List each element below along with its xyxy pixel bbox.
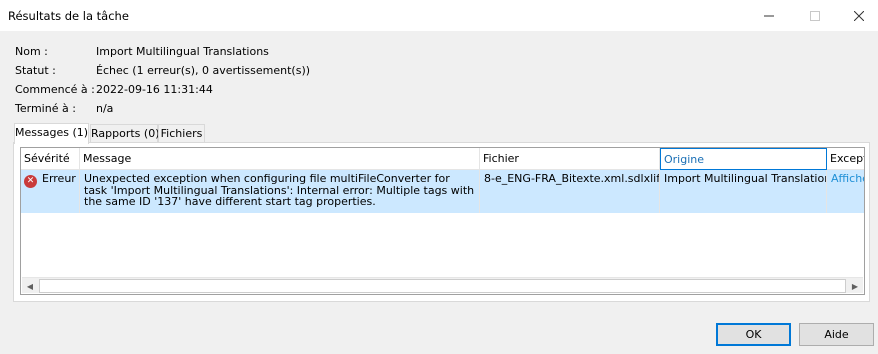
horizontal-scrollbar[interactable]: ◀ ▶	[22, 277, 863, 293]
column-header-exception[interactable]: Except	[827, 148, 864, 170]
started-label: Commencé à :	[15, 83, 95, 96]
name-label: Nom :	[15, 45, 48, 58]
tab-fichiers[interactable]: Fichiers	[158, 124, 205, 143]
window-title: Résultats de la tâche	[8, 9, 129, 23]
severity-cell: ✕ Erreur	[21, 170, 80, 213]
tab-rapports[interactable]: Rapports (0)	[90, 124, 159, 143]
name-value: Import Multilingual Translations	[96, 45, 269, 58]
help-button[interactable]: Aide	[799, 323, 874, 346]
exception-link[interactable]: Affiche	[827, 170, 864, 213]
message-cell: Unexpected exception when configuring fi…	[80, 170, 480, 213]
severity-text: Erreur	[42, 172, 76, 185]
finished-label: Terminé à :	[15, 102, 76, 115]
finished-value: n/a	[96, 102, 114, 115]
origin-cell: Import Multilingual Translations	[660, 170, 827, 213]
title-bar: Résultats de la tâche	[0, 0, 878, 31]
ok-button[interactable]: OK	[716, 323, 791, 346]
started-value: 2022-09-16 11:31:44	[96, 83, 213, 96]
maximize-button[interactable]	[792, 0, 838, 31]
messages-grid[interactable]: Sévérité Message Fichier Origine Except …	[20, 147, 865, 295]
minimize-button[interactable]	[746, 0, 792, 31]
scroll-left-button[interactable]: ◀	[22, 278, 38, 294]
minimize-icon	[764, 11, 774, 21]
column-header-origin[interactable]: Origine	[660, 148, 827, 170]
scroll-right-button[interactable]: ▶	[847, 278, 863, 294]
close-button[interactable]	[836, 0, 878, 31]
arrow-left-icon: ◀	[26, 281, 34, 291]
column-header-file[interactable]: Fichier	[480, 148, 660, 170]
column-header-severity[interactable]: Sévérité	[21, 148, 80, 170]
close-icon	[854, 10, 864, 21]
maximize-icon	[810, 10, 820, 21]
status-value: Échec (1 erreur(s), 0 avertissement(s))	[96, 64, 311, 77]
error-icon: ✕	[24, 175, 37, 188]
column-header-message[interactable]: Message	[80, 148, 480, 170]
status-label: Statut :	[15, 64, 56, 77]
file-cell: 8-e_ENG-FRA_Bitexte.xml.sdlxliff	[480, 170, 660, 213]
tab-messages[interactable]: Messages (1)	[14, 123, 89, 144]
scrollbar-thumb[interactable]	[39, 279, 846, 293]
arrow-right-icon: ▶	[851, 281, 859, 291]
